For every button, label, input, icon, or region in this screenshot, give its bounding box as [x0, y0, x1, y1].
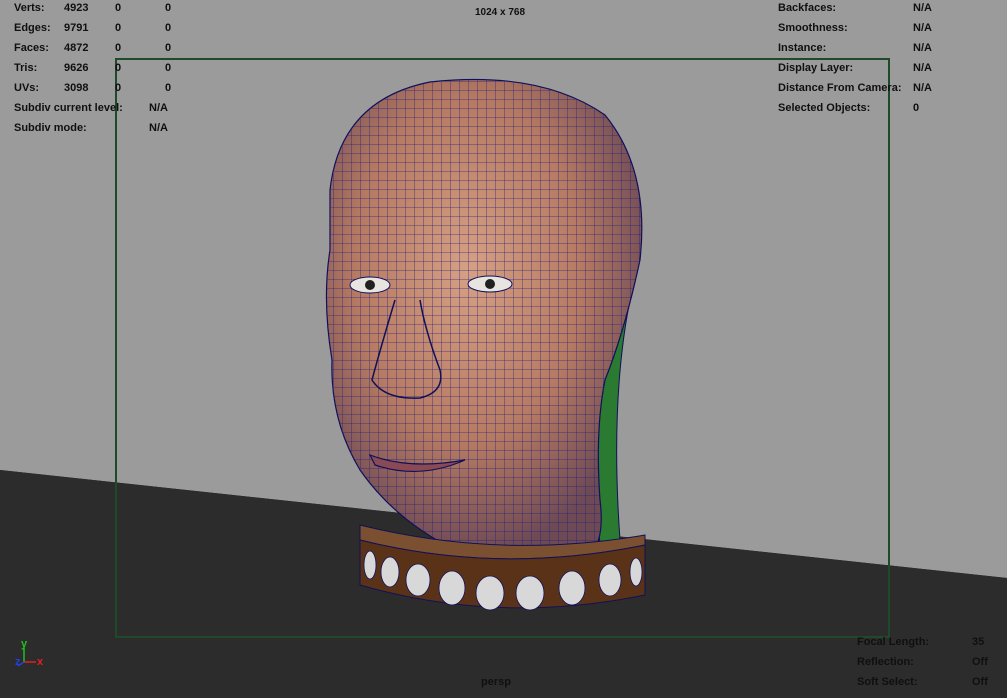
hud-label: Verts:: [14, 2, 45, 14]
object-details-hud: Backfaces: N/A Smoothness: N/A Instance:…: [778, 2, 958, 122]
hud-value: N/A: [913, 42, 932, 54]
axis-y-label: y: [21, 638, 28, 650]
hud-row-smoothness: Smoothness: N/A: [778, 22, 958, 35]
hud-value: 0: [165, 62, 172, 74]
hud-value: N/A: [913, 62, 932, 74]
hud-label: Smoothness:: [778, 22, 848, 34]
hud-label: Tris:: [14, 62, 38, 74]
hud-row-selected-objects: Selected Objects: 0: [778, 102, 958, 115]
hud-value: 0: [165, 42, 172, 54]
camera-name-label: persp: [481, 676, 511, 688]
hud-row-instance: Instance: N/A: [778, 42, 958, 55]
hud-value: 9626: [64, 62, 89, 74]
hud-value: 35: [972, 636, 985, 648]
hud-value: 4872: [64, 42, 89, 54]
hud-value: 0: [115, 62, 122, 74]
hud-value: 0: [115, 42, 122, 54]
hud-value: N/A: [913, 2, 932, 14]
hud-value: Off: [972, 676, 988, 688]
hud-value: N/A: [149, 122, 168, 134]
hud-row-focal-length: Focal Length: 35: [857, 636, 997, 649]
hud-value: 0: [115, 2, 122, 14]
camera-info-hud: Focal Length: 35 Reflection: Off Soft Se…: [857, 636, 997, 692]
hud-label: Display Layer:: [778, 62, 854, 74]
hud-label: Instance:: [778, 42, 827, 54]
hud-value: Off: [972, 656, 988, 668]
hud-value: 3098: [64, 82, 89, 94]
hud-value: N/A: [913, 82, 932, 94]
poly-count-hud: Verts: 4923 0 0 Edges: 9791 0 0 Faces: 4…: [14, 2, 184, 142]
hud-row-distance-from-camera: Distance From Camera: N/A: [778, 82, 958, 95]
hud-value: 0: [165, 2, 172, 14]
hud-value: N/A: [149, 102, 168, 114]
hud-label: Focal Length:: [857, 636, 930, 648]
hud-value: 0: [165, 22, 172, 34]
hud-label: Backfaces:: [778, 2, 837, 14]
hud-label: Selected Objects:: [778, 102, 871, 114]
hud-value: 0: [115, 22, 122, 34]
hud-label: Subdiv current level:: [14, 102, 123, 114]
hud-label: Faces:: [14, 42, 49, 54]
hud-row-tris: Tris: 9626 0 0: [14, 62, 184, 75]
axis-z-label: z: [15, 656, 21, 668]
view-axis-gizmo: y z x: [12, 638, 52, 674]
hud-label: UVs:: [14, 82, 40, 94]
hud-row-verts: Verts: 4923 0 0: [14, 2, 184, 15]
hud-row-reflection: Reflection: Off: [857, 656, 997, 669]
hud-value: 4923: [64, 2, 89, 14]
hud-label: Subdiv mode:: [14, 122, 87, 134]
hud-row-uvs: UVs: 3098 0 0: [14, 82, 184, 95]
perspective-viewport[interactable]: 1024 x 768 Verts: 4923 0 0 Edges: 9791 0…: [0, 0, 1007, 698]
hud-row-display-layer: Display Layer: N/A: [778, 62, 958, 75]
hud-value: N/A: [913, 22, 932, 34]
hud-row-backfaces: Backfaces: N/A: [778, 2, 958, 15]
axis-x-label: x: [37, 656, 44, 668]
hud-value: 0: [165, 82, 172, 94]
hud-row-subdiv-mode: Subdiv mode: N/A: [14, 122, 184, 135]
hud-row-subdiv-level: Subdiv current level: N/A: [14, 102, 184, 115]
hud-value: 9791: [64, 22, 89, 34]
hud-row-soft-select: Soft Select: Off: [857, 676, 997, 689]
hud-value: 0: [115, 82, 122, 94]
hud-row-faces: Faces: 4872 0 0: [14, 42, 184, 55]
hud-label: Reflection:: [857, 656, 914, 668]
hud-row-edges: Edges: 9791 0 0: [14, 22, 184, 35]
hud-value: 0: [913, 102, 920, 114]
hud-label: Edges:: [14, 22, 51, 34]
hud-label: Soft Select:: [857, 676, 918, 688]
hud-label: Distance From Camera:: [778, 82, 902, 94]
resolution-gate-label: 1024 x 768: [475, 7, 526, 18]
